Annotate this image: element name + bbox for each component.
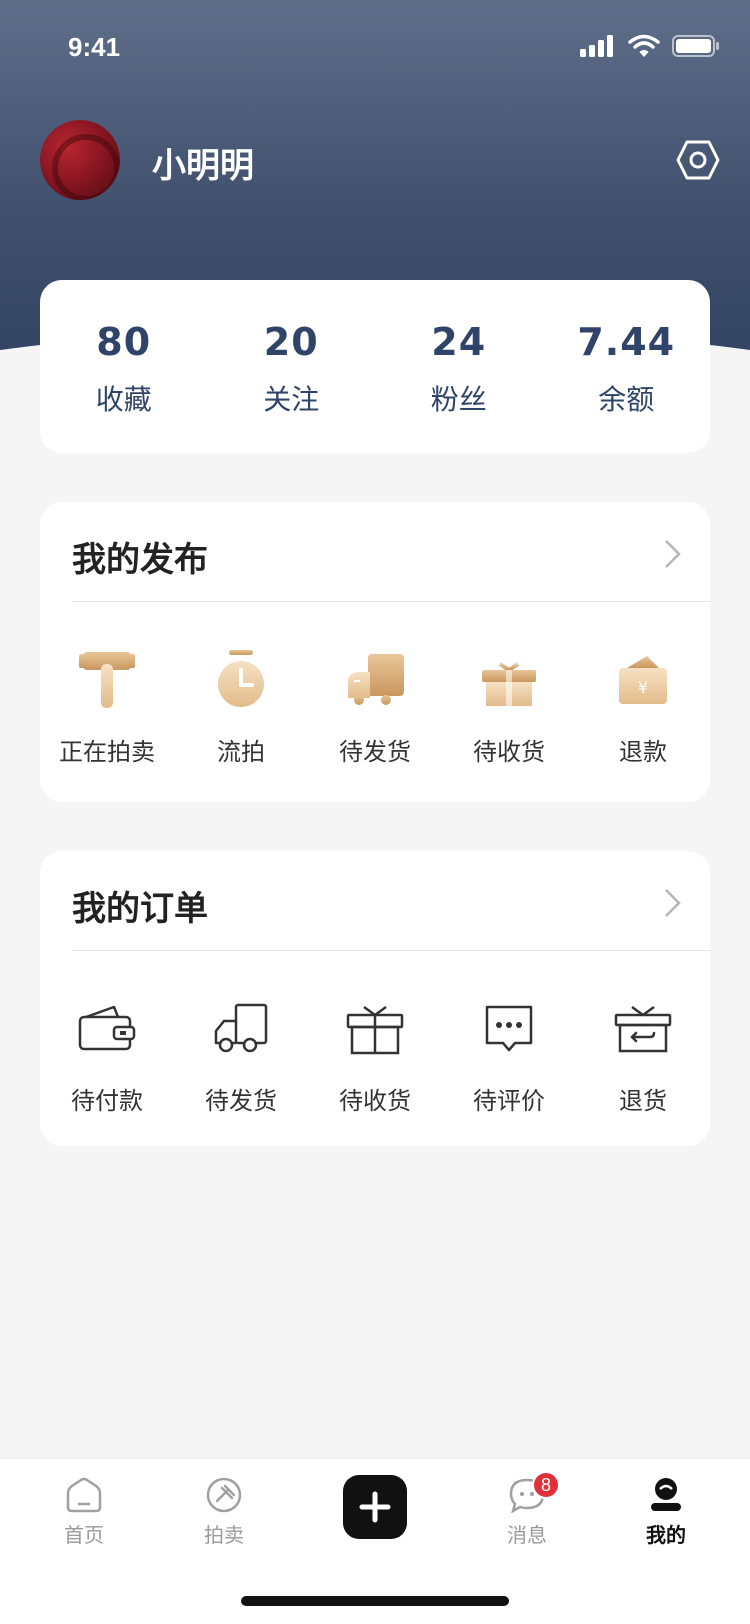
avatar[interactable] <box>40 120 120 200</box>
tab-label: 消息 <box>507 1523 547 1547</box>
orders-icon-row: 待付款 待发货 待收货 待评价 退货 <box>40 951 710 1116</box>
stat-label: 关注 <box>263 383 320 416</box>
publish-item-to-receive[interactable]: 待收货 <box>442 648 576 767</box>
my-orders-header[interactable]: 我的订单 <box>72 851 710 951</box>
stat-value: 7.44 <box>577 320 676 364</box>
card-title: 我的订单 <box>72 889 208 929</box>
publish-icon-row: 正在拍卖 流拍 待发货 待收货 ¥ 退款 <box>40 602 710 767</box>
tab-home[interactable]: 首页 <box>34 1477 134 1548</box>
gift-icon <box>346 1005 404 1055</box>
stat-value: 24 <box>431 320 487 364</box>
stat-label: 粉丝 <box>430 383 487 416</box>
settings-icon[interactable] <box>676 138 720 182</box>
publish-plus-button[interactable] <box>343 1475 407 1539</box>
wallet-icon <box>78 1005 136 1051</box>
gift-icon <box>482 662 536 706</box>
chevron-right-icon <box>665 889 681 917</box>
order-item-to-receive[interactable]: 待收货 <box>308 997 442 1116</box>
stat-label: 收藏 <box>95 383 152 416</box>
tab-auction[interactable]: 拍卖 <box>174 1477 274 1548</box>
profile-header: 小明明 <box>40 120 720 200</box>
stat-label: 余额 <box>598 383 655 416</box>
status-bar: 9:41 <box>0 0 750 96</box>
icon-label: 流拍 <box>217 738 265 766</box>
wifi-icon <box>628 34 660 57</box>
publish-item-refund[interactable]: ¥ 退款 <box>576 648 710 767</box>
plus-icon <box>359 1491 391 1523</box>
my-publish-header[interactable]: 我的发布 <box>72 502 710 602</box>
stat-balance[interactable]: 7.44 余额 <box>543 280 711 453</box>
order-item-to-pay[interactable]: 待付款 <box>40 997 174 1116</box>
battery-icon <box>672 35 719 57</box>
tab-profile[interactable]: 我的 <box>616 1477 716 1548</box>
message-count-badge: 8 <box>532 1471 560 1499</box>
stat-following[interactable]: 20 关注 <box>208 280 376 453</box>
truck-icon <box>348 654 404 705</box>
stat-favorites[interactable]: 80 收藏 <box>40 280 208 453</box>
stat-value: 20 <box>263 320 319 364</box>
publish-item-auctioning[interactable]: 正在拍卖 <box>40 648 174 767</box>
tab-label: 我的 <box>646 1523 686 1547</box>
icon-label: 退货 <box>619 1087 667 1115</box>
chevron-right-icon <box>665 540 681 568</box>
card-title: 我的发布 <box>72 540 208 580</box>
auction-icon <box>206 1477 242 1513</box>
status-icons <box>580 34 720 58</box>
my-publish-card: 我的发布 正在拍卖 流拍 待发货 待收货 ¥ 退款 <box>40 502 710 802</box>
stopwatch-icon <box>218 650 264 707</box>
icon-label: 待付款 <box>71 1087 143 1115</box>
signal-icon <box>580 35 613 57</box>
refund-wallet-icon: ¥ <box>619 656 667 704</box>
truck-icon <box>214 1003 268 1053</box>
icon-label: 待收货 <box>473 738 545 766</box>
return-box-icon <box>614 1005 672 1053</box>
icon-label: 待发货 <box>339 738 411 766</box>
svg-text:¥: ¥ <box>638 678 648 697</box>
auction-hammer-icon <box>79 652 135 708</box>
icon-label: 正在拍卖 <box>59 738 155 766</box>
icon-label: 退款 <box>619 738 667 766</box>
username: 小明明 <box>152 146 254 186</box>
my-orders-card: 我的订单 待付款 待发货 待收货 待评价 退货 <box>40 851 710 1146</box>
stats-card: 80 收藏 20 关注 24 粉丝 7.44 余额 <box>40 280 710 453</box>
comment-icon <box>485 1005 533 1052</box>
stat-value: 80 <box>96 320 152 364</box>
order-item-return[interactable]: 退货 <box>576 997 710 1116</box>
icon-label: 待评价 <box>473 1087 545 1115</box>
order-item-to-review[interactable]: 待评价 <box>442 997 576 1116</box>
publish-item-to-ship[interactable]: 待发货 <box>308 648 442 767</box>
tab-label: 首页 <box>64 1523 104 1547</box>
tab-label: 拍卖 <box>204 1523 244 1547</box>
status-time: 9:41 <box>68 32 121 62</box>
home-indicator[interactable] <box>241 1596 509 1606</box>
stat-fans[interactable]: 24 粉丝 <box>375 280 543 453</box>
icon-label: 待收货 <box>339 1087 411 1115</box>
icon-label: 待发货 <box>205 1087 277 1115</box>
home-icon <box>66 1477 102 1513</box>
tab-messages[interactable]: 消息 <box>477 1477 577 1548</box>
publish-item-unsold[interactable]: 流拍 <box>174 648 308 767</box>
order-item-to-ship[interactable]: 待发货 <box>174 997 308 1116</box>
profile-icon <box>651 1478 681 1511</box>
